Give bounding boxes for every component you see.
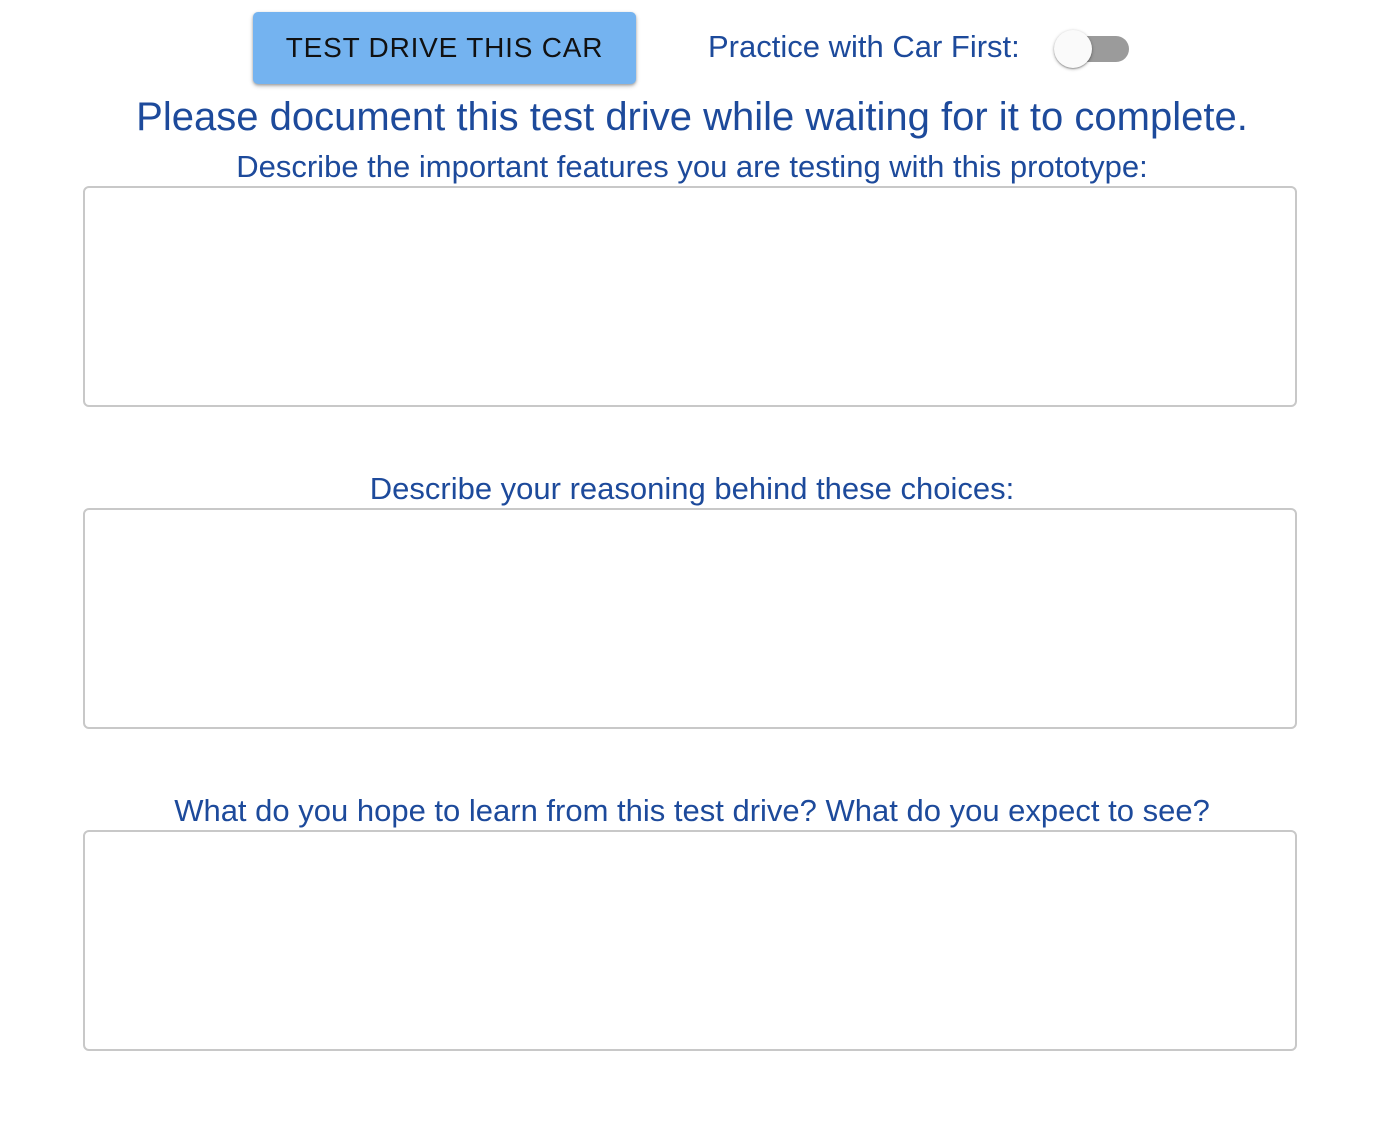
reasoning-label: Describe your reasoning behind these cho… [369, 471, 1015, 506]
top-toolbar: TEST DRIVE THIS CAR Practice with Car Fi… [0, 12, 1394, 84]
reasoning-textarea[interactable] [83, 508, 1297, 729]
page-heading: Please document this test drive while wa… [136, 95, 1248, 139]
features-textarea[interactable] [83, 186, 1297, 407]
practice-toggle-knob[interactable] [1054, 30, 1092, 68]
expectations-label: What do you hope to learn from this test… [174, 793, 1210, 828]
test-drive-button[interactable]: TEST DRIVE THIS CAR [253, 12, 636, 84]
practice-toggle[interactable] [1054, 30, 1130, 70]
features-label: Describe the important features you are … [236, 149, 1148, 184]
practice-toggle-label: Practice with Car First: [708, 29, 1020, 64]
expectations-textarea[interactable] [83, 830, 1297, 1051]
